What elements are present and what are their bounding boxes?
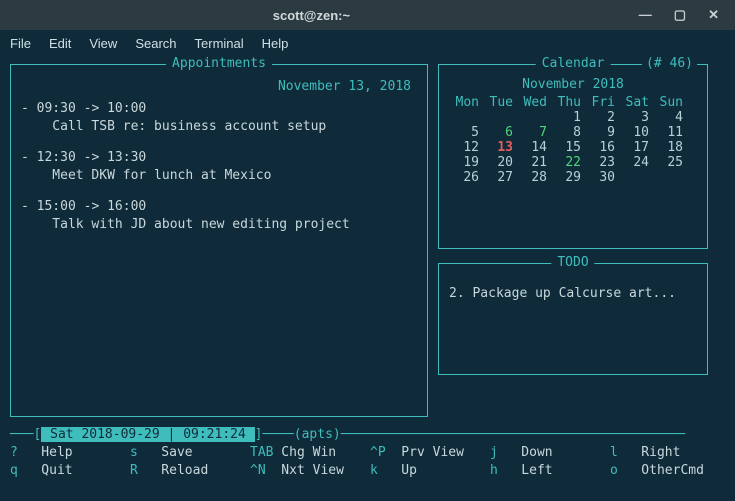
keybinding: TAB Chg Win	[250, 444, 370, 462]
appointment-item[interactable]: - 15:00 -> 16:00Talk with JD about new e…	[21, 198, 417, 233]
calendar-day[interactable]: 2	[585, 110, 619, 125]
calendar-day[interactable]: 8	[551, 125, 585, 140]
calendar-day[interactable]: 26	[449, 170, 483, 185]
calendar-day[interactable]: 13	[483, 140, 517, 155]
keybindings: ? Helps SaveTAB Chg Win^P Prv Viewj Down…	[10, 444, 725, 479]
calendar-day	[619, 170, 653, 185]
calendar-grid: MonTueWedThuFriSatSun1234567891011121314…	[449, 95, 697, 185]
calendar-day	[517, 110, 551, 125]
minimize-icon[interactable]: —	[639, 7, 652, 23]
week-number: (# 46)	[642, 56, 697, 71]
close-icon[interactable]: ✕	[708, 7, 719, 23]
keybinding: h Left	[490, 462, 610, 480]
calendar-title: Calendar	[536, 56, 611, 71]
keybinding: o OtherCmd	[610, 462, 704, 480]
calendar-day[interactable]: 3	[619, 110, 653, 125]
calendar-day	[653, 170, 687, 185]
keybinding: s Save	[130, 444, 250, 462]
appointment-time: - 12:30 -> 13:30	[21, 149, 417, 167]
calendar-day[interactable]: 15	[551, 140, 585, 155]
keybinding: ? Help	[10, 444, 130, 462]
status-date: Sat 2018-09-29 | 09:21:24	[41, 427, 254, 442]
window-controls: — ▢ ✕	[623, 7, 735, 23]
appointments-date: November 13, 2018	[21, 79, 411, 94]
keybinding: q Quit	[10, 462, 130, 480]
calendar-day[interactable]: 21	[517, 155, 551, 170]
keybinding: l Right	[610, 444, 680, 462]
keybinding: R Reload	[130, 462, 250, 480]
calendar-day[interactable]: 25	[653, 155, 687, 170]
calendar-day[interactable]: 9	[585, 125, 619, 140]
keybinding: ^N Nxt View	[250, 462, 370, 480]
todo-title: TODO	[551, 255, 594, 270]
calendar-day[interactable]: 22	[551, 155, 585, 170]
calendar-month: November 2018	[449, 77, 697, 92]
calendar-day[interactable]: 30	[585, 170, 619, 185]
appointment-time: - 09:30 -> 10:00	[21, 100, 417, 118]
calendar-day[interactable]: 18	[653, 140, 687, 155]
menu-search[interactable]: Search	[135, 36, 176, 51]
appointment-text: Call TSB re: business account setup	[21, 118, 417, 136]
calendar-dow: Tue	[483, 95, 517, 110]
calendar-day[interactable]: 16	[585, 140, 619, 155]
calendar-dow: Sun	[653, 95, 687, 110]
todo-panel[interactable]: TODO 2. Package up Calcurse art...	[438, 263, 708, 375]
calendar-dow: Sat	[619, 95, 653, 110]
calendar-day[interactable]: 27	[483, 170, 517, 185]
calendar-day[interactable]: 19	[449, 155, 483, 170]
appointment-text: Meet DKW for lunch at Mexico	[21, 167, 417, 185]
menu-file[interactable]: File	[10, 36, 31, 51]
status-context: (apts)	[294, 427, 341, 442]
appointment-item[interactable]: - 09:30 -> 10:00Call TSB re: business ac…	[21, 100, 417, 135]
appointment-text: Talk with JD about new editing project	[21, 216, 417, 234]
appointments-panel[interactable]: Appointments November 13, 2018 - 09:30 -…	[10, 64, 428, 417]
calendar-day	[483, 110, 517, 125]
calendar-panel[interactable]: Calendar (# 46) November 2018 MonTueWedT…	[438, 64, 708, 249]
calendar-day[interactable]: 14	[517, 140, 551, 155]
calendar-dow: Fri	[585, 95, 619, 110]
menu-view[interactable]: View	[89, 36, 117, 51]
calendar-day[interactable]: 1	[551, 110, 585, 125]
calendar-day[interactable]: 28	[517, 170, 551, 185]
calendar-day[interactable]: 7	[517, 125, 551, 140]
calendar-day[interactable]: 20	[483, 155, 517, 170]
appointment-time: - 15:00 -> 16:00	[21, 198, 417, 216]
calendar-day[interactable]: 24	[619, 155, 653, 170]
calendar-dow: Wed	[517, 95, 551, 110]
calendar-dow: Mon	[449, 95, 483, 110]
calendar-day[interactable]: 12	[449, 140, 483, 155]
menubar: File Edit View Search Terminal Help	[0, 30, 735, 56]
todo-item: 2. Package up Calcurse art...	[449, 286, 697, 301]
menu-terminal[interactable]: Terminal	[195, 36, 244, 51]
menu-edit[interactable]: Edit	[49, 36, 71, 51]
calendar-day[interactable]: 11	[653, 125, 687, 140]
calendar-day[interactable]: 17	[619, 140, 653, 155]
calendar-day[interactable]: 23	[585, 155, 619, 170]
calendar-day[interactable]: 10	[619, 125, 653, 140]
keybinding: ^P Prv View	[370, 444, 490, 462]
calendar-day[interactable]: 29	[551, 170, 585, 185]
window-title: scott@zen:~	[0, 8, 623, 23]
calendar-day[interactable]: 5	[449, 125, 483, 140]
status-bar: ───[ Sat 2018-09-29 | 09:21:24 ]────(apt…	[10, 427, 725, 442]
window-titlebar: scott@zen:~ — ▢ ✕	[0, 0, 735, 30]
appointments-title: Appointments	[166, 56, 272, 71]
calendar-day[interactable]: 4	[653, 110, 687, 125]
menu-help[interactable]: Help	[262, 36, 289, 51]
keybinding: k Up	[370, 462, 490, 480]
appointment-item[interactable]: - 12:30 -> 13:30Meet DKW for lunch at Me…	[21, 149, 417, 184]
calendar-dow: Thu	[551, 95, 585, 110]
calendar-day[interactable]: 6	[483, 125, 517, 140]
keybinding: j Down	[490, 444, 610, 462]
appointments-list: - 09:30 -> 10:00Call TSB re: business ac…	[21, 100, 417, 233]
maximize-icon[interactable]: ▢	[674, 7, 686, 23]
terminal-body: Appointments November 13, 2018 - 09:30 -…	[0, 56, 735, 479]
calendar-day	[449, 110, 483, 125]
